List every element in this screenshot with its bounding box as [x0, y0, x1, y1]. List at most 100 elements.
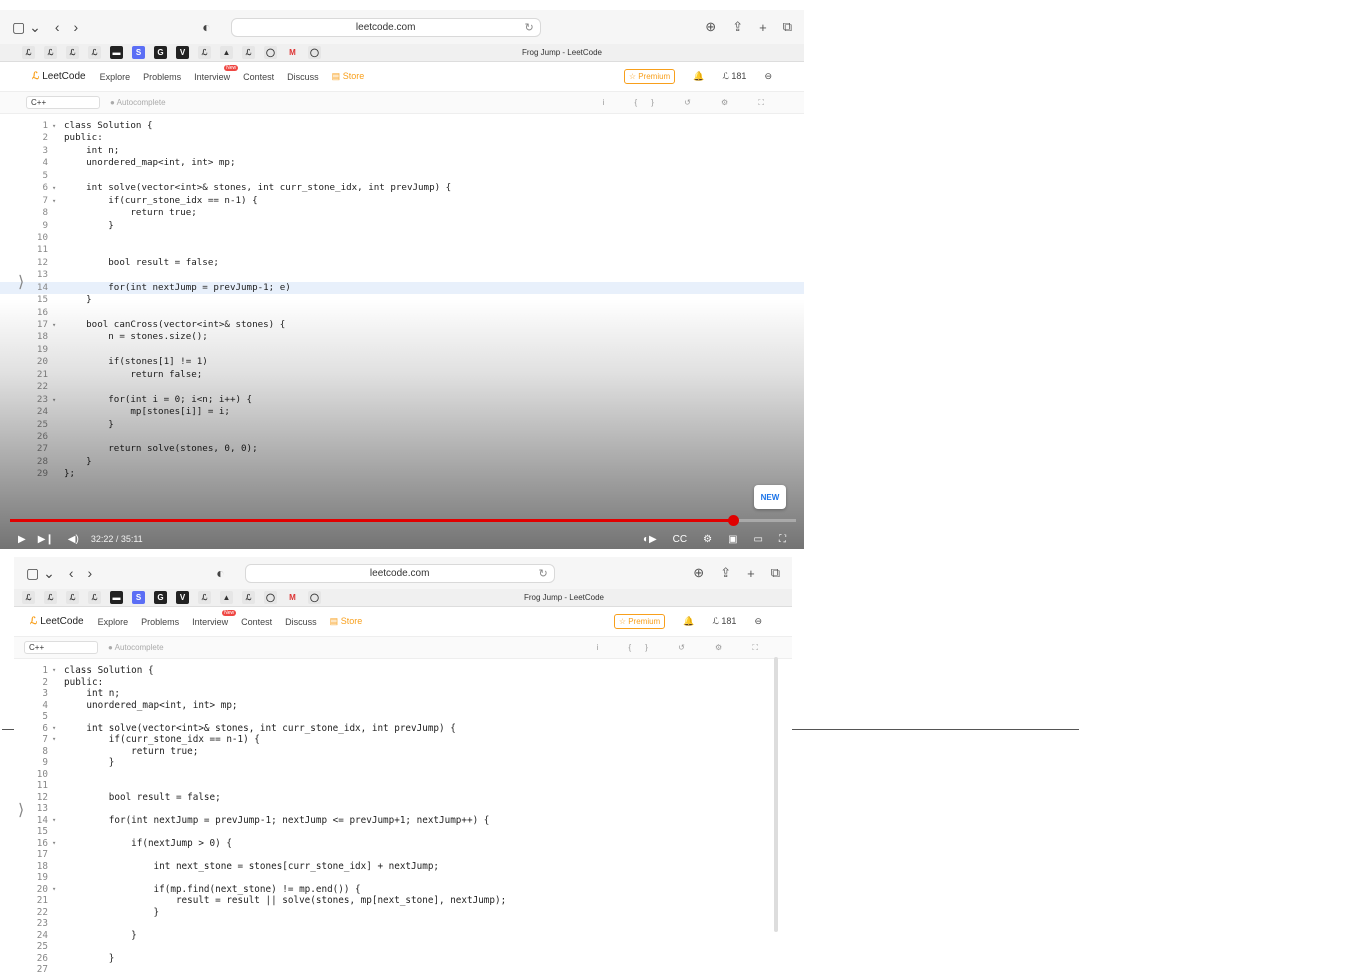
- editor-tool-icons[interactable]: i {} ↺ ⚙ ⛶: [603, 98, 779, 108]
- code-line[interactable]: 20 if(stones[1] != 1): [0, 356, 804, 368]
- editor-tool-icons[interactable]: i {} ↺ ⚙ ⛶: [597, 643, 773, 653]
- code-line[interactable]: 4 unordered_map<int, int> mp;: [14, 700, 792, 712]
- code-line[interactable]: 19: [14, 872, 792, 884]
- nav-store[interactable]: ▤ Store: [332, 71, 365, 82]
- favorite-icon[interactable]: ▲: [220, 591, 233, 604]
- code-line[interactable]: 14 for(int nextJump = prevJump-1; e): [0, 281, 804, 295]
- favorite-icon[interactable]: ℒ: [242, 46, 255, 59]
- code-line[interactable]: 16 ▾ if(nextJump > 0) {: [14, 838, 792, 850]
- favorite-icon[interactable]: V: [176, 46, 189, 59]
- code-line[interactable]: 15: [14, 826, 792, 838]
- language-select[interactable]: C++: [26, 96, 100, 109]
- nav-interview[interactable]: Interview New: [194, 64, 239, 82]
- code-line[interactable]: 19: [0, 344, 804, 356]
- favorite-icon[interactable]: ℒ: [44, 591, 57, 604]
- share-icon[interactable]: ⇪: [732, 19, 743, 35]
- fold-arrow-icon[interactable]: ▾: [52, 394, 64, 406]
- new-tab-icon[interactable]: +: [747, 566, 755, 581]
- code-line[interactable]: 23 ▾ for(int i = 0; i<n; i++) {: [0, 394, 804, 406]
- avatar-icon[interactable]: ⊖: [764, 71, 772, 82]
- code-line[interactable]: 12 bool result = false;: [0, 257, 804, 269]
- favorite-icon[interactable]: G: [154, 46, 167, 59]
- fold-arrow-icon[interactable]: ▾: [52, 884, 64, 896]
- code-line[interactable]: 1 ▾ class Solution {: [0, 120, 804, 132]
- code-line[interactable]: 5: [0, 170, 804, 182]
- code-line[interactable]: 12 bool result = false;: [14, 792, 792, 804]
- favorite-icon[interactable]: ◯: [308, 46, 321, 59]
- favorite-icon[interactable]: ▬: [110, 46, 123, 59]
- play-icon[interactable]: ▶: [18, 534, 26, 545]
- nav-discuss[interactable]: Discuss: [287, 72, 319, 82]
- shield-icon[interactable]: ◐: [216, 565, 224, 581]
- editor-scrollbar[interactable]: [774, 657, 778, 932]
- nav-explore[interactable]: Explore: [98, 617, 129, 627]
- scrubber-handle[interactable]: [728, 515, 740, 526]
- shield-icon[interactable]: ◐: [202, 19, 210, 35]
- next-icon[interactable]: ▶❙: [38, 534, 54, 545]
- code-line[interactable]: 9 }: [14, 757, 792, 769]
- code-line[interactable]: 18 n = stones.size();: [0, 331, 804, 343]
- favorite-icon[interactable]: S: [132, 591, 145, 604]
- tab-overview-icon[interactable]: ⧉: [783, 19, 792, 35]
- address-bar[interactable]: leetcode.com ↻: [230, 17, 541, 37]
- back-icon[interactable]: ‹: [69, 565, 74, 581]
- nav-contest[interactable]: Contest: [241, 617, 272, 627]
- code-line[interactable]: 5: [14, 711, 792, 723]
- streak-counter[interactable]: ℒ 181: [722, 71, 746, 82]
- favorite-icon[interactable]: ℒ: [88, 46, 101, 59]
- active-tab-title[interactable]: Frog Jump - LeetCode: [522, 48, 602, 57]
- notification-bell-icon[interactable]: 🔔: [693, 71, 704, 82]
- autocomplete-toggle[interactable]: ● Autocomplete: [110, 98, 166, 107]
- forward-icon[interactable]: ›: [88, 565, 93, 581]
- favorite-icon[interactable]: ℒ: [22, 591, 35, 604]
- nav-problems[interactable]: Problems: [141, 617, 179, 627]
- favorite-icon[interactable]: ℒ: [66, 46, 79, 59]
- code-line[interactable]: 17: [14, 849, 792, 861]
- leetcode-logo[interactable]: ℒ LeetCode: [32, 71, 86, 82]
- code-line[interactable]: 2 public:: [0, 132, 804, 144]
- new-tab-icon[interactable]: +: [759, 20, 767, 35]
- favorite-icon[interactable]: ℒ: [242, 591, 255, 604]
- fold-arrow-icon[interactable]: ▾: [52, 815, 64, 827]
- code-line[interactable]: 27 return solve(stones, 0, 0);: [0, 443, 804, 455]
- code-line[interactable]: 11: [14, 780, 792, 792]
- code-line[interactable]: 22: [0, 381, 804, 393]
- autoplay-toggle-icon[interactable]: ◐▶: [643, 534, 657, 545]
- streak-counter[interactable]: ℒ 181: [712, 616, 736, 627]
- code-line[interactable]: 9 }: [0, 220, 804, 232]
- nav-explore[interactable]: Explore: [100, 72, 131, 82]
- avatar-icon[interactable]: ⊖: [754, 616, 762, 627]
- code-line[interactable]: 13: [14, 803, 792, 815]
- code-line[interactable]: 14 ▾ for(int nextJump = prevJump-1; nextJ…: [14, 815, 792, 827]
- nav-contest[interactable]: Contest: [243, 72, 274, 82]
- code-line[interactable]: 8 return true;: [14, 746, 792, 758]
- code-line[interactable]: 25 }: [0, 419, 804, 431]
- code-line[interactable]: 23: [14, 918, 792, 930]
- code-line[interactable]: 29};: [0, 468, 804, 480]
- code-line[interactable]: 7 ▾ if(curr_stone_idx == n-1) {: [14, 734, 792, 746]
- favorite-icon[interactable]: ℒ: [66, 591, 79, 604]
- forward-icon[interactable]: ›: [74, 19, 79, 35]
- language-select[interactable]: C++: [24, 641, 98, 654]
- reload-icon[interactable]: ↻: [538, 567, 547, 580]
- code-line[interactable]: 3 int n;: [14, 688, 792, 700]
- theater-mode-icon[interactable]: ▭: [754, 534, 763, 545]
- code-line[interactable]: 15 }: [0, 294, 804, 306]
- code-line[interactable]: 27: [14, 964, 792, 974]
- download-icon[interactable]: ⊕: [705, 19, 716, 35]
- leetcode-logo[interactable]: ℒ LeetCode: [30, 616, 84, 627]
- favorite-icon[interactable]: ◯: [264, 46, 277, 59]
- favorite-icon[interactable]: M: [286, 591, 299, 604]
- download-icon[interactable]: ⊕: [693, 565, 704, 581]
- active-tab-title[interactable]: Frog Jump - LeetCode: [524, 593, 604, 602]
- favorite-icon[interactable]: ▬: [110, 591, 123, 604]
- favorite-icon[interactable]: G: [154, 591, 167, 604]
- fold-arrow-icon[interactable]: ▾: [52, 195, 64, 207]
- premium-button[interactable]: ☆ Premium: [623, 69, 676, 84]
- volume-icon[interactable]: ◀): [68, 534, 79, 545]
- code-editor[interactable]: 1 ▾ class Solution {2 public: 3 int n; 4 unor…: [0, 114, 804, 481]
- code-line[interactable]: 18 int next_stone = stones[curr_stone_id…: [14, 861, 792, 873]
- code-line[interactable]: 13: [0, 269, 804, 281]
- code-line[interactable]: 3 int n;: [0, 145, 804, 157]
- code-line[interactable]: 8 return true;: [0, 207, 804, 219]
